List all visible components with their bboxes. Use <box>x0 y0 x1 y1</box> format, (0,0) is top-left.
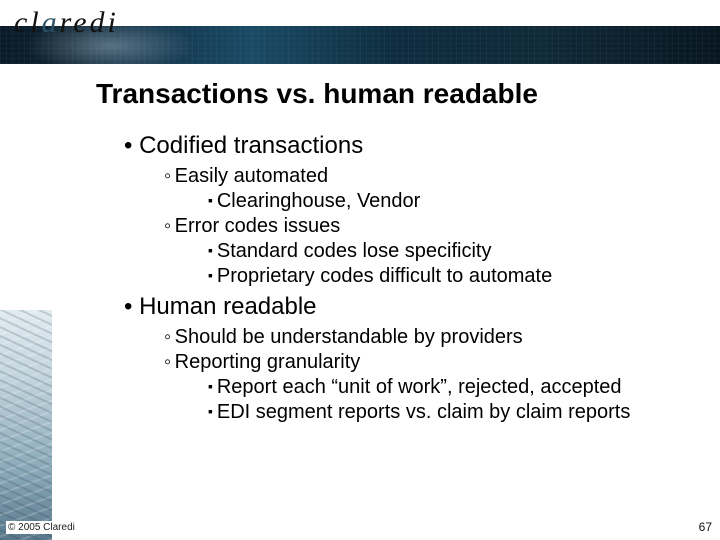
section-heading: Human readable <box>124 293 692 321</box>
slide-content: Transactions vs. human readable Codified… <box>52 72 692 425</box>
sub-bullet: Clearinghouse, Vendor <box>208 189 692 214</box>
section-heading: Codified transactions <box>124 132 692 160</box>
sub-bullet: Report each “unit of work”, rejected, ac… <box>208 375 692 400</box>
bullet: Should be understandable by providers <box>164 325 692 350</box>
page-number: 67 <box>699 520 712 534</box>
copyright-text: © 2005 Claredi <box>6 521 77 534</box>
brand-logo: claredi <box>14 6 119 40</box>
slide-title: Transactions vs. human readable <box>96 78 692 110</box>
sub-bullet: Proprietary codes difficult to automate <box>208 264 692 289</box>
bullet: Easily automated <box>164 164 692 189</box>
sub-bullet: Standard codes lose specificity <box>208 239 692 264</box>
bullet: Error codes issues <box>164 214 692 239</box>
bullet: Reporting granularity <box>164 350 692 375</box>
sub-bullet: EDI segment reports vs. claim by claim r… <box>208 400 692 425</box>
side-decoration <box>0 310 52 540</box>
slide: claredi Transactions vs. human readable … <box>0 0 720 540</box>
